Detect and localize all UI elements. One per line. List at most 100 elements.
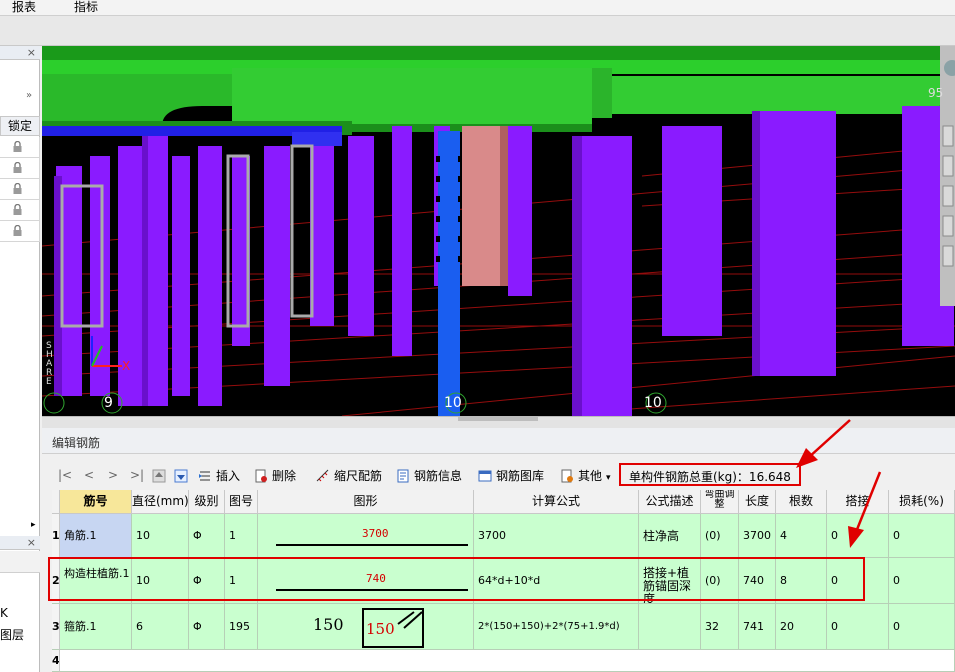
cell-count[interactable]: 4	[776, 514, 827, 558]
3d-viewport[interactable]: X 9 10 10 95 SHARE	[42, 46, 955, 416]
other-menu-button[interactable]: 其他 ▾	[560, 468, 611, 484]
lock-row[interactable]	[0, 200, 40, 221]
splitter-grip[interactable]	[458, 417, 538, 421]
col-header-formula[interactable]: 计算公式	[474, 490, 639, 514]
layer-tab-k[interactable]: K	[0, 606, 8, 620]
col-header-bend-adjust[interactable]: 弯曲调整	[701, 490, 739, 514]
axis-label-10b: 10	[644, 395, 662, 411]
annotation-arrow-2	[848, 471, 882, 548]
cell-bar-name[interactable]: 箍筋.1	[60, 604, 132, 650]
empty-row[interactable]	[60, 650, 955, 672]
close-icon[interactable]: ×	[27, 46, 36, 60]
row-number: 4	[52, 650, 60, 672]
left-panel-header-2: ×	[0, 536, 40, 550]
side-vertical-text: SHARE	[46, 341, 53, 387]
lock-row[interactable]	[0, 137, 40, 158]
layer-tab[interactable]: 图层	[0, 626, 24, 643]
cell-formula[interactable]: 2*(150+150)+2*(75+1.9*d)	[474, 604, 639, 650]
cell-loss[interactable]: 0	[889, 604, 955, 650]
expand-icon[interactable]: »	[26, 90, 32, 101]
cell-loss[interactable]: 0	[889, 514, 955, 558]
delete-icon	[255, 469, 267, 483]
shape-dimension-inner[interactable]: 150	[366, 622, 395, 637]
left-panel-header: ×	[0, 46, 40, 60]
other-icon	[561, 469, 573, 483]
cell-length[interactable]: 3700	[739, 514, 776, 558]
annotation-arrow-1	[796, 419, 851, 468]
lock-icon	[13, 204, 22, 215]
straight-bar-shape	[276, 544, 468, 546]
cell-grade[interactable]: Φ	[189, 514, 225, 558]
col-header-formula-desc[interactable]: 公式描述	[639, 490, 701, 514]
menu-bar: 报表 指标	[0, 0, 955, 16]
3d-scene: X	[42, 46, 955, 416]
cell-formula[interactable]: 3700	[474, 514, 639, 558]
cell-bend-adjust[interactable]: 32	[701, 604, 739, 650]
nav-next-button[interactable]: >	[108, 468, 118, 482]
arrow-up-icon	[152, 469, 166, 483]
menu-indicator[interactable]: 指标	[66, 0, 106, 16]
svg-text:X: X	[122, 359, 130, 373]
nav-first-button[interactable]: |<	[58, 468, 72, 482]
rebar-info-button[interactable]: 钢筋信息	[396, 468, 462, 484]
col-header-bar-no[interactable]: 筋号	[60, 490, 132, 514]
col-header-fig-no[interactable]: 图号	[225, 490, 258, 514]
lock-icon	[13, 141, 22, 152]
move-down-button[interactable]	[174, 468, 192, 484]
lock-icon	[13, 162, 22, 173]
insert-button[interactable]: 插入	[198, 468, 240, 484]
col-header-grade[interactable]: 级别	[189, 490, 225, 514]
cell-formula-desc[interactable]: 柱净高	[639, 514, 701, 558]
menu-report[interactable]: 报表	[4, 0, 44, 16]
shape-dimension[interactable]: 3700	[362, 527, 389, 541]
total-weight-label: 单构件钢筋总重(kg)：16.648	[629, 470, 791, 484]
lock-row[interactable]	[0, 221, 40, 242]
col-header-count[interactable]: 根数	[776, 490, 827, 514]
col-header-length[interactable]: 长度	[739, 490, 776, 514]
nav-prev-button[interactable]: <	[84, 468, 94, 482]
cell-grade[interactable]: Φ	[189, 604, 225, 650]
axis-label-10a: 10	[444, 395, 462, 411]
scale-rebar-button[interactable]: 缩尺配筋	[316, 468, 382, 484]
delete-button[interactable]: 删除	[254, 468, 296, 484]
row-number: 3	[52, 604, 60, 650]
shape-dimension-left[interactable]: 150	[313, 617, 344, 633]
cell-shape[interactable]: 150 150	[258, 604, 474, 650]
ruler-icon	[316, 469, 329, 482]
cell-diameter[interactable]: 6	[132, 604, 189, 650]
col-header-diameter[interactable]: 直径(mm)	[132, 490, 189, 514]
arrow-down-icon	[174, 469, 188, 483]
lock-row[interactable]	[0, 158, 40, 179]
rebar-library-button[interactable]: 钢筋图库	[478, 468, 544, 484]
lock-icon	[13, 225, 22, 236]
row-highlight-box	[48, 557, 865, 601]
header-corner	[52, 490, 60, 514]
cell-diameter[interactable]: 10	[132, 514, 189, 558]
cell-length[interactable]: 741	[739, 604, 776, 650]
cell-count[interactable]: 20	[776, 604, 827, 650]
cell-fig-no[interactable]: 195	[225, 604, 258, 650]
cell-loss[interactable]: 0	[889, 558, 955, 604]
cell-lap[interactable]: 0	[827, 604, 889, 650]
lock-row[interactable]	[0, 179, 40, 200]
axis-label-9: 9	[104, 395, 113, 411]
lock-icon	[13, 183, 22, 194]
cell-fig-no[interactable]: 1	[225, 514, 258, 558]
lock-column-header: 锁定	[0, 116, 40, 136]
nav-last-button[interactable]: >|	[130, 468, 144, 482]
cell-bend-adjust[interactable]: (0)	[701, 514, 739, 558]
cell-shape[interactable]: 3700	[258, 514, 474, 558]
insert-icon	[199, 471, 210, 481]
close-icon[interactable]: ×	[27, 536, 36, 550]
library-icon	[478, 470, 492, 482]
col-header-loss[interactable]: 损耗(%)	[889, 490, 955, 514]
move-up-button[interactable]	[152, 468, 170, 484]
cell-bar-name[interactable]: 角筋.1	[60, 514, 132, 558]
collapse-arrow-icon[interactable]: ▸	[31, 520, 36, 530]
ribbon-area	[0, 16, 955, 46]
document-icon	[397, 469, 409, 483]
cell-formula-desc[interactable]	[639, 604, 701, 650]
row-number: 1	[52, 514, 60, 558]
axis-label-95: 95	[928, 86, 944, 100]
col-header-shape[interactable]: 图形	[258, 490, 474, 514]
